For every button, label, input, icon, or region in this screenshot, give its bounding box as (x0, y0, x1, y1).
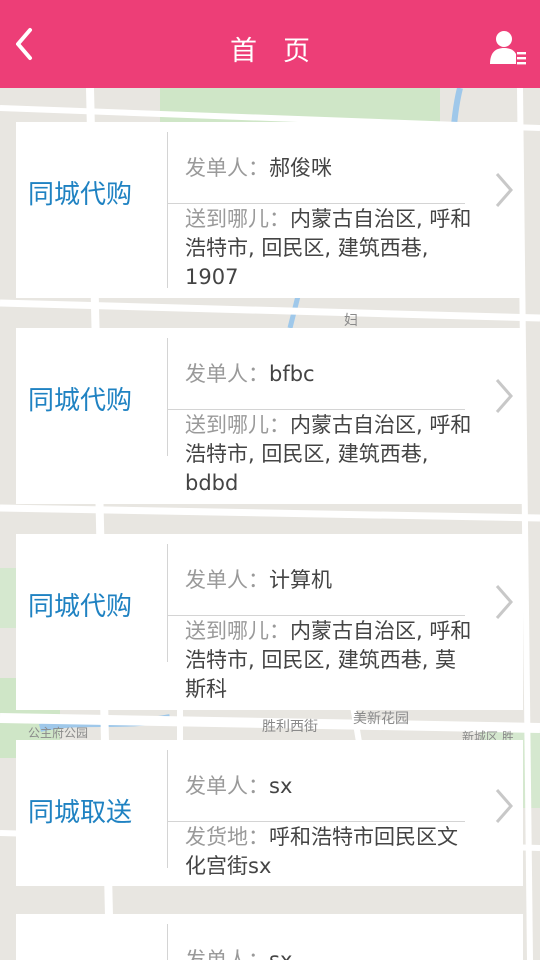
sender-label: 发单人： (185, 362, 269, 386)
order-card[interactable]: 同城取送 发单人：sx 发货地：呼和浩特市回民区文化宫街sx (16, 740, 523, 886)
map-label: 胜利西街 (262, 719, 318, 735)
order-card[interactable]: 同城代购 发单人：郝俊咪 送到哪儿：内蒙古自治区, 呼和浩特市, 回民区, 建筑… (16, 122, 523, 298)
order-type: 同城代购 (28, 592, 133, 622)
sender-name: sx (269, 948, 293, 960)
destination-line: 送到哪儿：内蒙古自治区, 呼和浩特市, 回民区, 建筑西巷, 1907 (185, 205, 475, 292)
header-bar: 首页 (0, 0, 540, 88)
sender-name: sx (269, 774, 293, 798)
map-label: 美新花园 (353, 711, 409, 727)
sender-label: 发单人： (185, 774, 269, 798)
divider (167, 924, 168, 960)
sender-label: 发单人： (185, 948, 269, 960)
chevron-right-icon (495, 173, 513, 207)
destination-label: 发货地： (185, 825, 269, 849)
map-label: 公主府公园 (28, 726, 89, 740)
sender-name: 郝俊咪 (269, 156, 332, 180)
divider (167, 132, 168, 288)
destination-line: 发货地：呼和浩特市回民区文化宫街sx (185, 823, 475, 881)
order-card[interactable]: 同城代购 发单人：计算机 送到哪儿：内蒙古自治区, 呼和浩特市, 回民区, 建筑… (16, 534, 523, 710)
divider (167, 615, 465, 616)
page-title: 首页 (230, 36, 336, 67)
destination-label: 送到哪儿： (185, 207, 290, 231)
order-type: 同城代购 (28, 386, 133, 416)
sender-line: 发单人：计算机 (185, 564, 332, 594)
sender-label: 发单人： (185, 156, 269, 180)
destination-label: 送到哪儿： (185, 413, 290, 437)
chevron-right-icon (495, 789, 513, 823)
divider (167, 409, 465, 410)
user-list-icon[interactable] (488, 28, 528, 68)
order-card[interactable]: 同城代购 发单人：bfbc 送到哪儿：内蒙古自治区, 呼和浩特市, 回民区, 建… (16, 328, 523, 504)
divider (167, 203, 465, 204)
chevron-right-icon (495, 585, 513, 619)
sender-label: 发单人： (185, 568, 269, 592)
sender-name: bfbc (269, 362, 315, 386)
divider (167, 821, 465, 822)
sender-line: 发单人：bfbc (185, 358, 315, 388)
chevron-right-icon (495, 379, 513, 413)
sender-line: 发单人：sx (185, 770, 292, 800)
sender-line: 发单人：sx (185, 944, 292, 960)
divider (167, 544, 168, 662)
map-label: 妇 (344, 313, 358, 329)
order-type: 同城取送 (28, 798, 133, 828)
sender-line: 发单人：郝俊咪 (185, 152, 332, 182)
divider (167, 750, 168, 868)
destination-line: 送到哪儿：内蒙古自治区, 呼和浩特市, 回民区, 建筑西巷, bdbd (185, 411, 475, 498)
destination-line: 送到哪儿：内蒙古自治区, 呼和浩特市, 回民区, 建筑西巷, 莫斯科 (185, 617, 475, 704)
sender-name: 计算机 (269, 568, 332, 592)
divider (167, 338, 168, 456)
order-type: 同城代购 (28, 180, 133, 210)
destination-label: 送到哪儿： (185, 619, 290, 643)
order-card[interactable]: 发单人：sx (16, 914, 523, 960)
